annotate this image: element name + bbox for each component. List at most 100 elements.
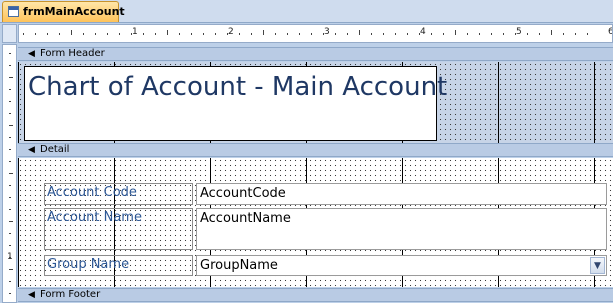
ruler-tick [311, 33, 312, 35]
ruler-tick [9, 197, 11, 198]
ruler-tick [9, 125, 13, 126]
ruler-tick [59, 33, 60, 35]
ruler-tick [443, 33, 444, 35]
account-code-textbox[interactable]: AccountCode [196, 183, 607, 205]
ruler-tick [9, 65, 11, 66]
ruler-tick [23, 33, 24, 35]
account-code-label[interactable]: Account Code [44, 183, 193, 205]
ruler-tick [155, 33, 156, 35]
group-name-label-text: Group Name [47, 257, 130, 272]
ruler-label-1: 1 [132, 27, 138, 37]
ruler-tick [191, 33, 192, 35]
ruler-tick [527, 33, 528, 35]
ruler-tick [251, 33, 252, 35]
ruler-tick [9, 137, 11, 138]
ruler-tick [227, 33, 228, 35]
ruler-tick [9, 77, 13, 78]
form-header-section-bar[interactable]: ◀ Form Header [18, 47, 613, 61]
detail-label: Detail [40, 144, 70, 155]
ruler-corner[interactable] [2, 24, 17, 43]
form-icon [8, 6, 19, 17]
ruler-tick [539, 33, 540, 35]
ruler-tick [9, 101, 11, 102]
group-name-field-text: GroupName [200, 258, 278, 273]
ruler-label-3: 3 [324, 27, 330, 37]
ruler-tick [239, 33, 240, 35]
ruler-tick [203, 33, 204, 35]
ruler-tick [575, 33, 576, 35]
ruler-tick [563, 33, 564, 35]
group-name-label[interactable]: Group Name [44, 255, 193, 276]
form-footer-section-bar[interactable]: ◀ Form Footer [18, 288, 613, 302]
ruler-tick [9, 281, 11, 282]
group-name-combobox[interactable]: GroupName ▼ [196, 255, 607, 276]
ruler-tick [275, 33, 276, 35]
ruler-tick [455, 30, 456, 35]
ruler-tick [107, 33, 108, 35]
account-name-textbox[interactable]: AccountName [196, 208, 607, 250]
account-name-label[interactable]: Account Name [44, 208, 193, 250]
ruler-tick [491, 33, 492, 35]
account-name-field-text: AccountName [200, 211, 291, 226]
ruler-tick [9, 293, 11, 294]
ruler-label-6: 6 [608, 27, 612, 37]
ruler-tick [9, 149, 11, 150]
ruler-tick [419, 33, 420, 35]
ruler-tick [95, 33, 96, 35]
ruler-tick [9, 209, 11, 210]
chevron-down-icon[interactable]: ▼ [590, 257, 605, 274]
ruler-tick [9, 161, 11, 162]
ruler-tick [335, 33, 336, 35]
ruler-tick [383, 33, 384, 35]
ruler-tick [179, 33, 180, 35]
ruler-tick [299, 33, 300, 35]
section-arrow-icon: ◀ [28, 49, 35, 59]
ruler-tick [9, 233, 11, 234]
document-tab-title: frmMainAccount [23, 5, 125, 18]
ruler-tick [587, 33, 588, 35]
ruler-tick [35, 33, 36, 35]
ruler-tick [83, 33, 84, 35]
ruler-tick [143, 33, 144, 35]
ruler-tick [323, 33, 324, 35]
horizontal-ruler[interactable]: 1 2 3 4 5 6 [18, 24, 613, 43]
ruler-tick [9, 173, 13, 174]
ruler-tick [551, 30, 552, 35]
ruler-tick [9, 113, 11, 114]
ruler-tick [119, 33, 120, 35]
form-header-label: Form Header [40, 48, 105, 59]
form-title-text: Chart of Account - Main Account [28, 72, 448, 102]
ruler-tick [9, 221, 13, 222]
ruler-tick [47, 33, 48, 35]
ruler-tick [407, 33, 408, 35]
detail-section-bar[interactable]: ◀ Detail [18, 143, 613, 157]
ruler-tick [9, 89, 11, 90]
ruler-tick [71, 30, 72, 35]
ruler-tick [9, 257, 11, 258]
ruler-tick [503, 33, 504, 35]
document-tab-frmmainaccount[interactable]: frmMainAccount [2, 1, 125, 22]
ruler-tick [467, 33, 468, 35]
ruler-tick [431, 33, 432, 35]
ruler-tick [371, 33, 372, 35]
vertical-ruler[interactable]: 1 [2, 44, 17, 303]
ruler-tick [9, 245, 11, 246]
ruler-tick [9, 269, 13, 270]
ruler-tick [359, 30, 360, 35]
ruler-tick [215, 33, 216, 35]
account-code-label-text: Account Code [47, 185, 137, 200]
ruler-tick [263, 30, 264, 35]
ruler-label-5: 5 [516, 27, 522, 37]
form-title-label[interactable]: Chart of Account - Main Account [24, 66, 447, 141]
section-arrow-icon: ◀ [28, 145, 35, 155]
ruler-tick [287, 33, 288, 35]
ruler-tick [479, 33, 480, 35]
ruler-tick [515, 33, 516, 35]
ruler-tick [395, 33, 396, 35]
ruler-tick [347, 33, 348, 35]
form-footer-label: Form Footer [40, 289, 101, 300]
account-name-label-text: Account Name [47, 210, 142, 225]
ruler-tick [9, 185, 11, 186]
ruler-tick [167, 30, 168, 35]
ruler-label-2: 2 [228, 27, 234, 37]
